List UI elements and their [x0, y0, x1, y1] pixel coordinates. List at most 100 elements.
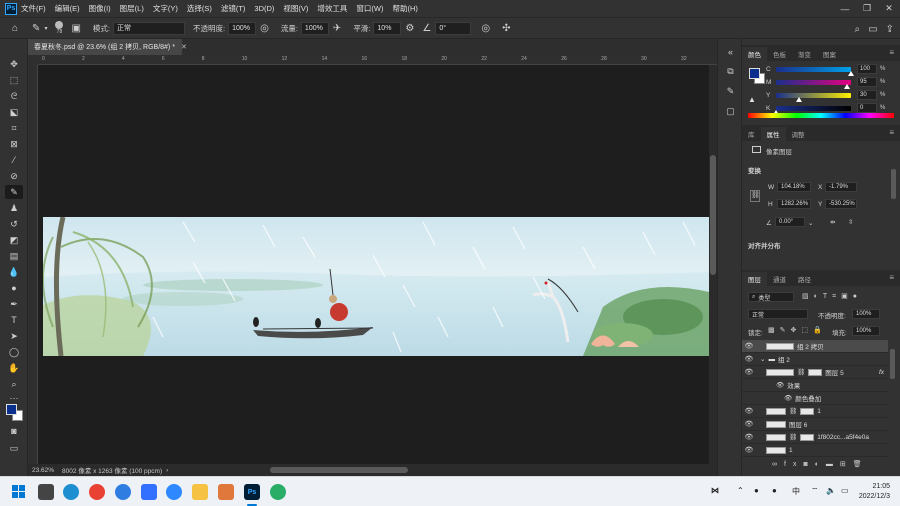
move-tool-icon[interactable]: ✥ [5, 57, 23, 71]
pressure-size-icon[interactable]: ◎ [481, 23, 490, 34]
filter-pixel-icon[interactable]: ▨ [802, 293, 814, 300]
zoom-tool-icon[interactable]: ⌕ [5, 377, 23, 391]
brush-tool-icon[interactable]: ✎ [32, 23, 40, 34]
pen-tool-icon[interactable]: ✒ [5, 297, 23, 311]
panel-expand-icon[interactable]: « [724, 45, 737, 58]
healing-brush-tool-icon[interactable]: ⊘ [5, 169, 23, 183]
new-group-icon[interactable]: ▬ [826, 461, 840, 468]
chevron-down-icon[interactable]: ⌄ [808, 219, 813, 227]
lock-pixels-icon[interactable]: ✎ [780, 327, 791, 334]
add-mask-icon[interactable]: ◙ [803, 461, 814, 468]
align-distribute-heading[interactable]: 对齐并分布 [748, 240, 781, 250]
shape-tool-icon[interactable]: ◯ [5, 345, 23, 359]
workspace-icon[interactable]: ▭ [868, 24, 877, 35]
brush-settings-icon[interactable]: ▣ [71, 23, 80, 34]
horizontal-ruler[interactable]: 0 2 4 6 8 10 12 14 16 18 20 22 24 26 28 30 32 [38, 55, 717, 65]
y-field[interactable]: -530.25% [825, 199, 857, 209]
new-layer-icon[interactable]: ⊞ [840, 461, 853, 468]
channel-slider[interactable] [773, 105, 851, 115]
tab-libraries[interactable]: 库 [742, 127, 761, 141]
channel-slider[interactable] [776, 79, 851, 89]
status-menu-icon[interactable]: › [166, 467, 168, 474]
battery-icon[interactable]: ▭ [841, 486, 849, 495]
dodge-tool-icon[interactable]: ● [5, 281, 23, 295]
add-style-icon[interactable]: fx [784, 461, 803, 468]
eye-icon[interactable]: 👁 [742, 407, 756, 415]
share-icon[interactable]: ⇪ [886, 24, 894, 35]
brush-tool-icon[interactable]: ✎ [5, 185, 23, 199]
brush-preset-picker[interactable]: 78 [55, 21, 64, 35]
browser-icon[interactable] [166, 484, 182, 500]
gradient-tool-icon[interactable]: ▤ [5, 249, 23, 263]
system-clock[interactable]: 21:05 2022/12/3 [859, 482, 890, 502]
layer-row[interactable]: 👁 图层 6 [742, 418, 888, 431]
channel-value-field[interactable]: 95 [857, 77, 877, 87]
task-view-icon[interactable] [38, 484, 54, 500]
smoothing-settings-icon[interactable]: ⚙ [405, 23, 414, 34]
close-icon[interactable]: ✕ [878, 0, 900, 17]
opacity-field[interactable]: 100% [228, 21, 257, 35]
angle-field[interactable]: 0° [435, 21, 472, 35]
panel-menu-icon[interactable]: ≡ [889, 273, 894, 282]
eraser-tool-icon[interactable]: ◩ [5, 233, 23, 247]
slider-knob[interactable] [848, 70, 854, 76]
horizontal-scroll-thumb[interactable] [270, 467, 408, 473]
pressure-opacity-icon[interactable]: ◎ [260, 23, 269, 34]
filter-type-icon[interactable]: T [823, 293, 832, 300]
edge-icon[interactable] [63, 484, 79, 500]
chevron-up-icon[interactable]: ⌃ [737, 486, 744, 495]
vertical-scrollbar[interactable] [709, 65, 717, 464]
filter-toggle-icon[interactable]: ● [853, 293, 862, 300]
eye-icon[interactable]: 👁 [742, 420, 756, 428]
eye-icon[interactable]: 👁 [742, 368, 756, 376]
search-icon[interactable]: ⌕ [855, 24, 861, 35]
menu-layer[interactable]: 图层(L) [120, 3, 144, 14]
channel-value-field[interactable]: 0 [857, 103, 877, 113]
canvas-area[interactable] [38, 65, 709, 464]
tab-paths[interactable]: 路径 [792, 272, 817, 286]
channel-value-field[interactable]: 30 [857, 90, 877, 100]
input-method-indicator[interactable]: 中 [792, 486, 800, 497]
smoothing-field[interactable]: 10% [373, 21, 402, 35]
tab-gradients[interactable]: 渐变 [792, 47, 817, 61]
lasso-tool-icon[interactable]: ᘓ [5, 89, 23, 103]
feishu-icon[interactable] [141, 484, 157, 500]
properties-scrollbar[interactable] [891, 169, 896, 199]
effects-eye-icon[interactable]: 👁 [776, 381, 784, 389]
layer-row[interactable]: 👁 ⛓ 1f802cc...a5f4e0a [742, 431, 888, 444]
link-layers-icon[interactable]: ∞ [772, 461, 784, 468]
history-brush-tool-icon[interactable]: ↺ [5, 217, 23, 231]
layer-row[interactable]: 👁 ⛓ 图层 5 fx [742, 366, 888, 379]
wifi-icon[interactable]: ⌔ [811, 486, 819, 496]
channel-value-field[interactable]: 100 [857, 64, 877, 74]
comments-panel-icon[interactable]: ▢ [724, 105, 737, 118]
tab-swatches[interactable]: 色板 [767, 47, 792, 61]
flow-field[interactable]: 100% [300, 21, 329, 35]
slider-knob[interactable] [795, 96, 802, 102]
menu-type[interactable]: 文字(Y) [153, 3, 178, 14]
panel-menu-icon[interactable]: ≡ [889, 48, 894, 57]
filter-shape-icon[interactable]: ⌗ [832, 293, 841, 300]
mode-dropdown[interactable]: 正常 [113, 21, 185, 35]
speaker-icon[interactable]: 🔈 [826, 486, 836, 495]
eyedropper-tool-icon[interactable]: ⁄ [5, 153, 23, 167]
airbrush-icon[interactable]: ✈ [333, 23, 341, 34]
crop-tool-icon[interactable]: ⌗ [5, 121, 23, 135]
eye-icon[interactable]: 👁 [742, 446, 756, 454]
tab-properties[interactable]: 属性 [760, 127, 786, 141]
canvas-image[interactable] [43, 217, 709, 356]
app-icon[interactable] [218, 484, 234, 500]
tab-patterns[interactable]: 图案 [817, 47, 842, 61]
minimize-icon[interactable]: — [834, 0, 856, 17]
windows-start-icon[interactable] [11, 484, 27, 500]
effect-eye-icon[interactable]: 👁 [784, 394, 792, 402]
layer-row[interactable]: 👁 组 2 拷贝 [742, 340, 888, 353]
history-panel-icon[interactable]: ⧉ [724, 65, 737, 78]
home-icon[interactable]: ⌂ [12, 23, 18, 34]
tab-layers[interactable]: 图层 [742, 272, 767, 286]
tab-channels[interactable]: 通道 [767, 272, 792, 286]
zoom-level[interactable]: 23.62% [32, 467, 54, 474]
wechat-icon[interactable] [270, 484, 286, 500]
menu-help[interactable]: 帮助(H) [393, 3, 418, 14]
lock-all-icon[interactable]: 🔒 [813, 327, 827, 334]
